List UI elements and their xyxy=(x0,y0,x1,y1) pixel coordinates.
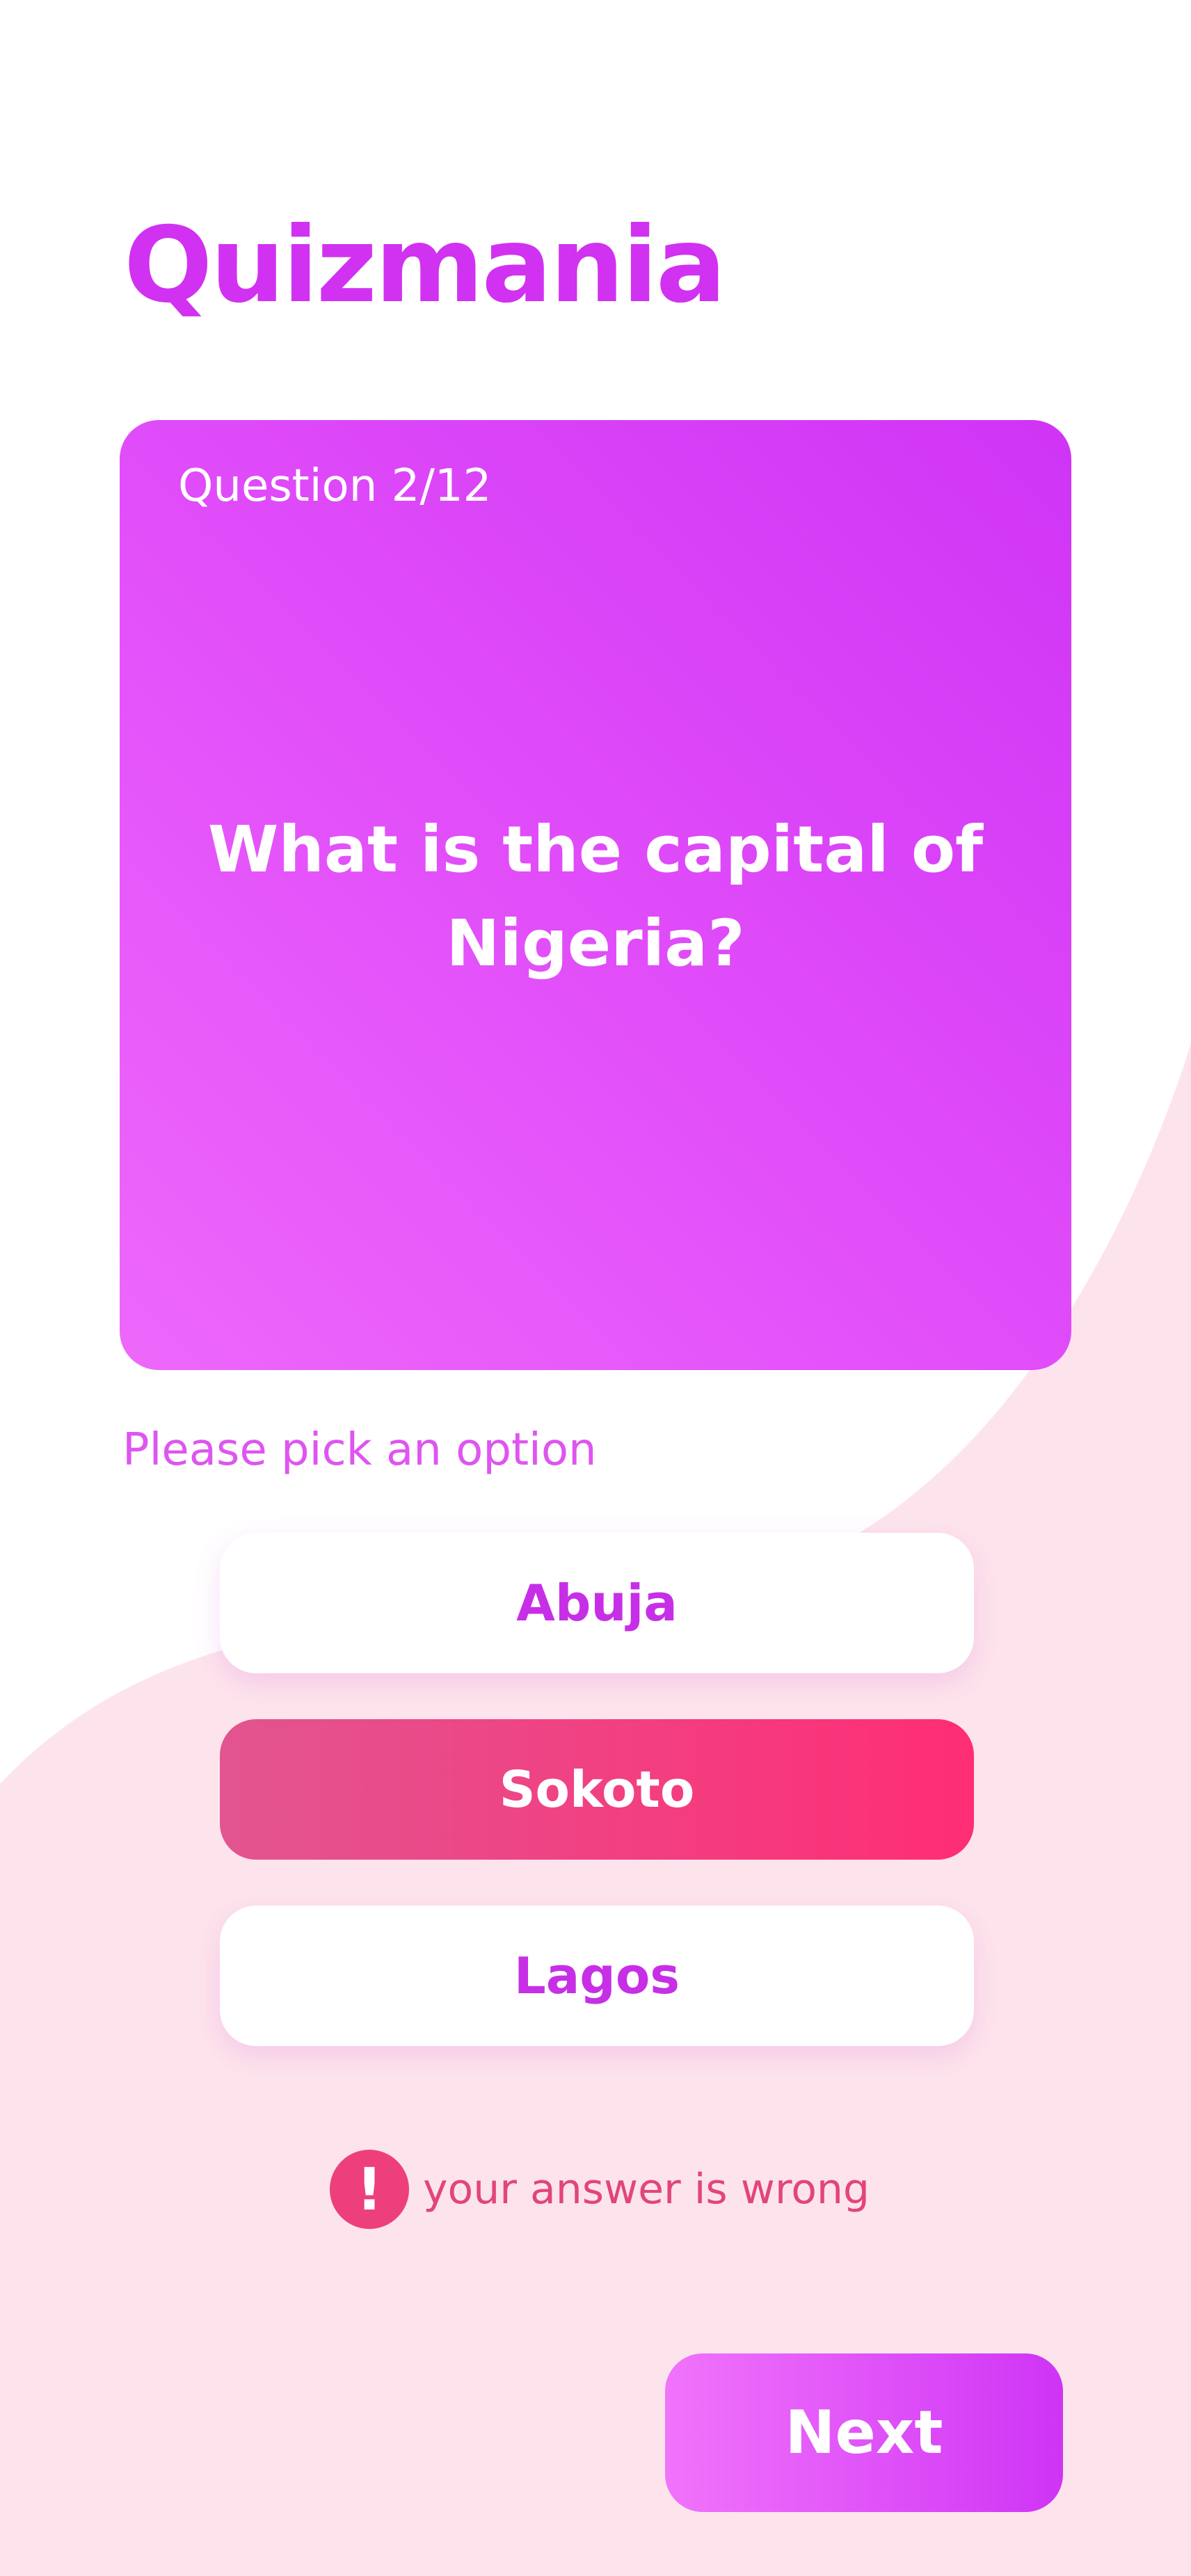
question-counter: Question 2/12 xyxy=(178,460,492,512)
answer-feedback: ! your answer is wrong xyxy=(330,2149,870,2230)
answer-option-abuja[interactable]: Abuja xyxy=(220,1533,974,1673)
alert-icon: ! xyxy=(330,2150,409,2229)
pick-option-hint: Please pick an option xyxy=(122,1424,597,1476)
answer-option-sokoto[interactable]: Sokoto xyxy=(220,1719,974,1860)
question-card: Question 2/12 What is the capital of Nig… xyxy=(120,420,1071,1370)
next-button[interactable]: Next xyxy=(665,2353,1063,2512)
app-title: Quizmania xyxy=(124,205,726,326)
question-text: What is the capital of Nigeria? xyxy=(207,812,984,981)
feedback-text: your answer is wrong xyxy=(423,2165,870,2214)
answer-option-lagos[interactable]: Lagos xyxy=(220,1906,974,2046)
